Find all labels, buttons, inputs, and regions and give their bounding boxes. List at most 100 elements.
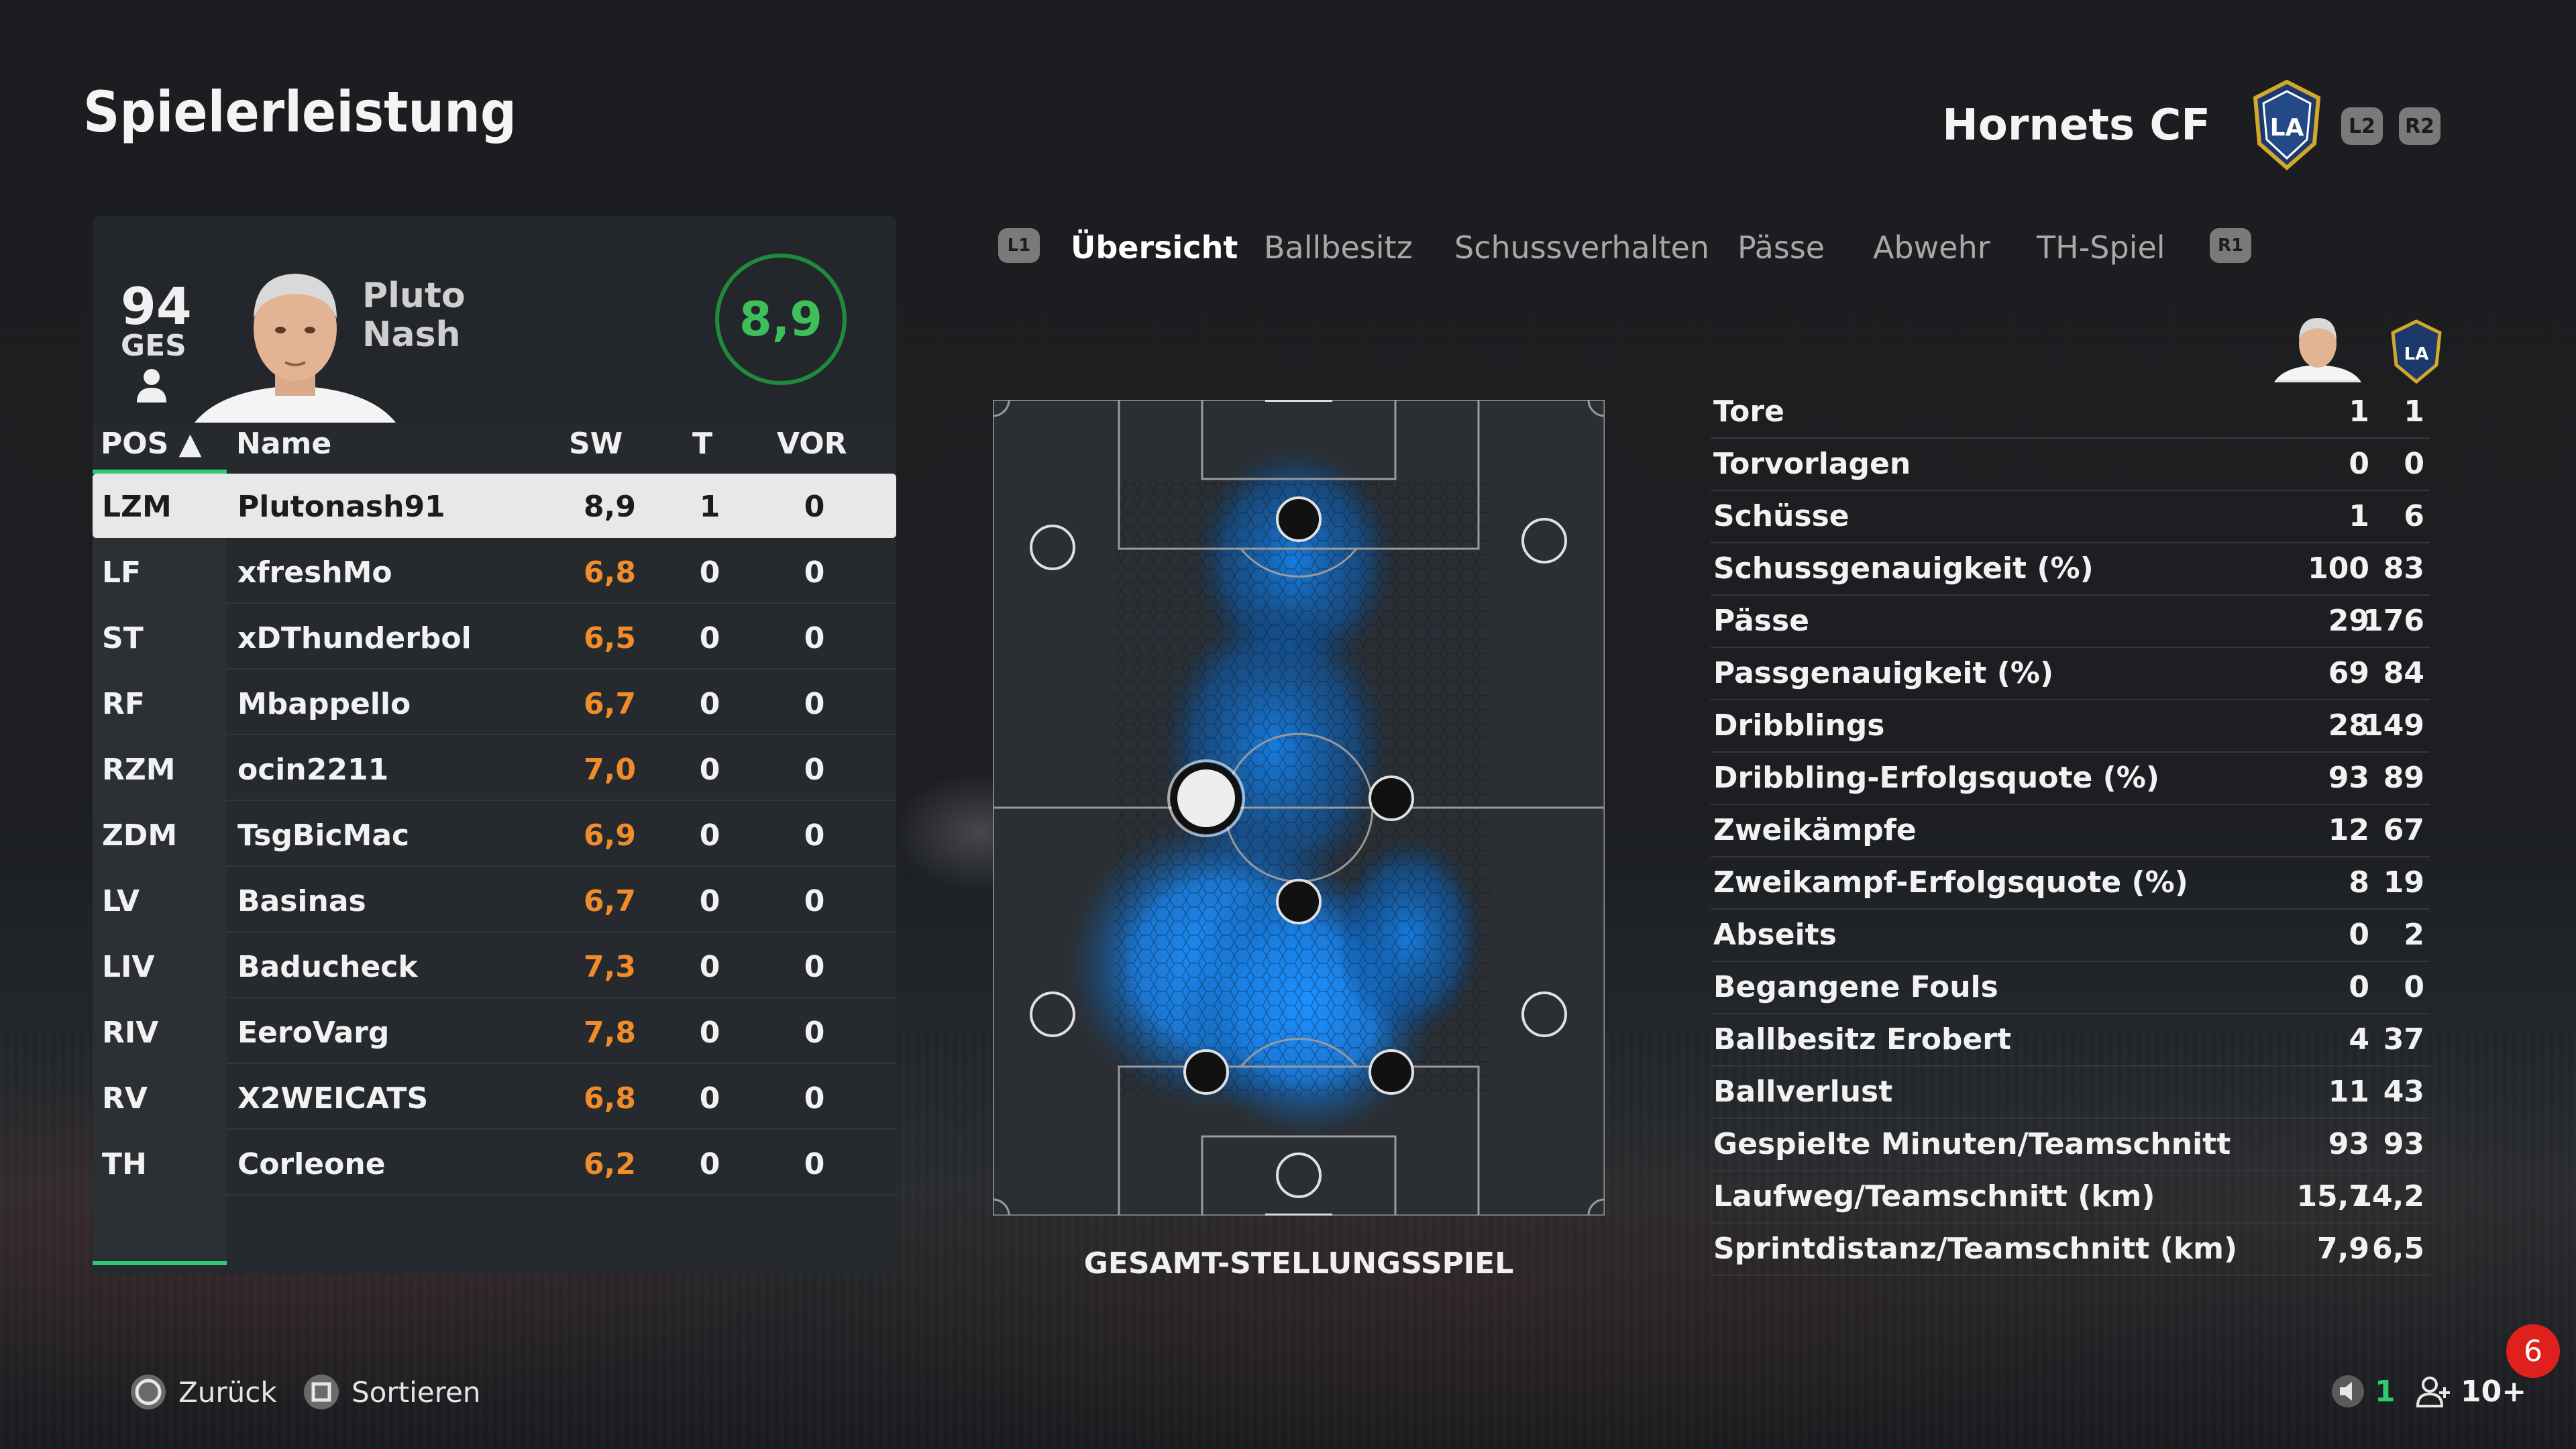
circle-button-icon <box>131 1375 166 1409</box>
table-row[interactable]: TH Corleone 6,2 0 0 <box>93 1131 896 1195</box>
tab-th-spiel[interactable]: TH-Spiel <box>2037 229 2165 266</box>
heatmap-label: GESAMT-STELLUNGSSPIEL <box>1083 1246 1514 1281</box>
mini-crest-text: LA <box>2404 344 2429 364</box>
back-label: Zurück <box>178 1375 277 1409</box>
match-rating-badge: 8,9 <box>715 254 847 385</box>
tab-uebersicht[interactable]: Übersicht <box>1071 229 1238 266</box>
row-divider <box>227 668 896 669</box>
r2-button-icon[interactable]: R2 <box>2399 107 2440 145</box>
table-row[interactable]: ZDM TsgBicMac 6,9 0 0 <box>93 802 896 867</box>
player-first-name: Pluto <box>362 276 466 316</box>
row-t: 0 <box>699 884 720 918</box>
team-name: Hornets CF <box>1942 101 2210 150</box>
stat-team-value: 67 <box>2383 813 2424 847</box>
table-row[interactable]: RF Mbappello 6,7 0 0 <box>93 671 896 735</box>
stat-player-value: 100 <box>2308 551 2369 586</box>
table-row[interactable]: LIV Baducheck 7,3 0 0 <box>93 934 896 998</box>
col-header-vor[interactable]: VOR <box>777 427 847 461</box>
stat-team-value: 6,5 <box>2372 1232 2424 1266</box>
notification-badge[interactable]: 6 <box>2506 1324 2560 1378</box>
l1-button-icon[interactable]: L1 <box>998 228 1040 263</box>
tab-abwehr[interactable]: Abwehr <box>1873 229 1990 266</box>
sort-label: Sortieren <box>352 1375 481 1409</box>
row-sw: 6,7 <box>584 687 636 721</box>
table-row[interactable]: LZM Plutonash91 8,9 1 0 <box>93 474 896 538</box>
stat-player-value: 0 <box>2349 447 2369 481</box>
tab-schussverhalten[interactable]: Schussverhalten <box>1454 229 1709 266</box>
overall-rating: 94 <box>121 276 192 336</box>
row-vor: 0 <box>804 950 825 984</box>
col-header-t[interactable]: T <box>692 427 712 461</box>
row-sw: 6,8 <box>584 555 636 590</box>
stat-player-value: 93 <box>2328 1127 2369 1161</box>
stat-label: Ballverlust <box>1713 1075 1893 1109</box>
row-name: TsgBicMac <box>237 818 410 853</box>
row-name: EeroVarg <box>237 1016 390 1050</box>
row-sw: 6,9 <box>584 818 636 853</box>
pos-column-end <box>93 1261 227 1265</box>
tab-ballbesitz[interactable]: Ballbesitz <box>1264 229 1413 266</box>
marker-th <box>1276 1152 1322 1198</box>
l2-button-icon[interactable]: L2 <box>2341 107 2383 145</box>
heatmap-pitch <box>993 400 1605 1216</box>
stat-team-value: 1 <box>2404 394 2424 429</box>
table-row[interactable]: LV Basinas 6,7 0 0 <box>93 868 896 932</box>
sort-hint[interactable]: Sortieren <box>302 1373 480 1411</box>
col-header-pos[interactable]: POS ▲ <box>101 427 202 461</box>
row-name: xfreshMo <box>237 555 392 590</box>
row-sw: 6,7 <box>584 884 636 918</box>
row-divider <box>227 865 896 867</box>
row-sw: 7,0 <box>584 753 636 787</box>
stat-player-value: 69 <box>2328 656 2369 690</box>
party-indicator[interactable]: 10+ <box>2415 1374 2526 1409</box>
stat-label: Zweikampf-Erfolgsquote (%) <box>1713 865 2188 900</box>
row-name: xDThunderbol <box>237 621 472 655</box>
row-vor: 0 <box>804 818 825 853</box>
col-header-sw[interactable]: SW <box>569 427 623 461</box>
party-icon <box>2416 1377 2450 1407</box>
table-row[interactable]: LF xfreshMo 6,8 0 0 <box>93 539 896 604</box>
stat-team-value: 149 <box>2363 708 2424 743</box>
row-divider <box>227 997 896 998</box>
table-row[interactable]: ST xDThunderbol 6,5 0 0 <box>93 605 896 669</box>
stat-row: Passgenauigkeit (%) 69 84 <box>1711 647 2430 700</box>
stat-player-value: 11 <box>2328 1075 2369 1109</box>
stat-label: Dribblings <box>1713 708 1885 743</box>
row-pos: ST <box>102 621 144 655</box>
stat-team-value: 19 <box>2383 865 2424 900</box>
player-last-name: Nash <box>362 315 461 355</box>
row-t: 0 <box>699 1081 720 1116</box>
tab-paesse[interactable]: Pässe <box>1737 229 1825 266</box>
col-header-name[interactable]: Name <box>236 427 331 461</box>
row-t: 1 <box>699 490 720 524</box>
back-hint[interactable]: Zurück <box>129 1373 277 1411</box>
voice-indicator[interactable]: 1 <box>2330 1374 2396 1409</box>
table-row[interactable]: RZM ocin2211 7,0 0 0 <box>93 737 896 801</box>
stat-team-value: 6 <box>2404 499 2424 533</box>
stat-player-value: 7,9 <box>2317 1232 2369 1266</box>
stat-row: Abseits 0 2 <box>1711 908 2430 962</box>
row-divider <box>227 800 896 801</box>
page-title: Spielerleistung <box>83 79 517 145</box>
square-button-icon <box>304 1375 339 1409</box>
marker-rv <box>1521 991 1567 1037</box>
stat-row: Ballbesitz Erobert 4 37 <box>1711 1013 2430 1067</box>
table-row[interactable]: RIV EeroVarg 7,8 0 0 <box>93 1000 896 1064</box>
r1-button-icon[interactable]: R1 <box>2210 228 2251 263</box>
table-row[interactable]: RV X2WEICATS 6,8 0 0 <box>93 1065 896 1130</box>
row-vor: 0 <box>804 1016 825 1050</box>
row-vor: 0 <box>804 555 825 590</box>
stat-team-value: 43 <box>2383 1075 2424 1109</box>
row-name: Basinas <box>237 884 366 918</box>
marker-lv <box>1030 991 1075 1037</box>
row-sw: 7,8 <box>584 1016 636 1050</box>
stat-label: Zweikämpfe <box>1713 813 1917 847</box>
marker-selected-player <box>1171 763 1242 834</box>
overall-label: GES <box>121 329 186 363</box>
stat-row: Laufweg/Teamschnitt (km) 15,7 14,2 <box>1711 1170 2430 1224</box>
row-t: 0 <box>699 555 720 590</box>
stat-player-value: 93 <box>2328 761 2369 795</box>
stat-label: Passgenauigkeit (%) <box>1713 656 2054 690</box>
stat-player-value: 12 <box>2328 813 2369 847</box>
row-name: Plutonash91 <box>237 490 445 524</box>
